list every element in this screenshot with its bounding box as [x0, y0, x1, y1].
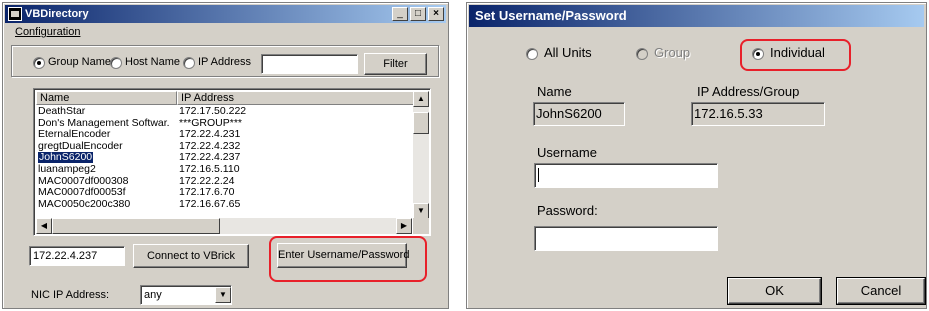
set-credentials-dialog: Set Username/Password All Units Group In… [466, 2, 927, 309]
window-title: VBDirectory [25, 8, 89, 20]
title-bar: VBDirectory _ □ × [5, 5, 446, 23]
scroll-right-icon[interactable]: ▶ [396, 218, 412, 234]
row-name: Don's Management Softwar... [38, 117, 170, 129]
radio-host-name-label: Host Name [125, 56, 181, 68]
scroll-thumb-h[interactable] [52, 218, 220, 234]
dialog-title: Set Username/Password [475, 8, 627, 23]
scroll-left-icon[interactable]: ◀ [36, 218, 52, 234]
row-name: JohnS6200 [38, 152, 95, 164]
ip-group-label: IP Address/Group [697, 84, 800, 99]
address-field[interactable]: 172.22.4.237 [29, 246, 125, 266]
radio-ip-address[interactable] [183, 57, 195, 69]
menu-bar: Configuration [5, 24, 446, 40]
row-name: gregtDualEncoder [38, 140, 123, 152]
row-ip: 172.17.50.222 [179, 105, 247, 117]
title-bar: Set Username/Password [469, 5, 924, 27]
column-name[interactable]: Name [36, 91, 177, 105]
scroll-up-icon[interactable]: ▲ [413, 91, 429, 107]
row-name: EternalEncoder [38, 129, 111, 141]
scroll-down-icon[interactable]: ▼ [413, 203, 429, 219]
row-name: MAC0007df00053f [38, 187, 126, 199]
row-name: DeathStar [38, 106, 86, 117]
password-input[interactable] [534, 226, 718, 251]
chevron-down-icon[interactable]: ▼ [215, 287, 231, 303]
table-row[interactable]: luanampeg2 172.16.5.110 [36, 163, 411, 176]
name-label: Name [537, 84, 572, 99]
radio-all-units-label: All Units [544, 45, 592, 60]
nic-label: NIC IP Address: [31, 289, 110, 301]
connect-button[interactable]: Connect to VBrick [133, 244, 249, 268]
table-row[interactable]: DeathStar 172.17.50.222 [36, 105, 411, 118]
text-caret [538, 168, 539, 182]
row-name: MAC0007df000308 [38, 175, 129, 187]
row-ip: 172.16.5.110 [179, 163, 240, 175]
radio-host-name[interactable] [110, 57, 122, 69]
highlight-credentials-button [269, 236, 427, 282]
horizontal-scrollbar[interactable]: ◀ ▶ [36, 218, 412, 234]
list-header: Name IP Address [36, 91, 414, 105]
row-name: luanampeg2 [38, 164, 96, 175]
highlight-individual-radio [740, 39, 851, 71]
radio-group-label: Group [654, 45, 691, 60]
nic-value: any [144, 289, 162, 301]
username-label: Username [537, 145, 597, 160]
cancel-button[interactable]: Cancel [837, 278, 925, 304]
scroll-corner [413, 218, 429, 234]
close-icon[interactable]: × [428, 7, 444, 21]
minimize-icon[interactable]: _ [392, 7, 408, 21]
ip-group-field: 172.16.5.33 [691, 102, 825, 126]
column-ip-address[interactable]: IP Address [177, 91, 414, 105]
vbdirectory-window: VBDirectory _ □ × Configuration Group Na… [2, 2, 449, 309]
vertical-scrollbar[interactable]: ▲ ▼ [413, 91, 429, 219]
radio-all-units[interactable] [526, 48, 538, 60]
ok-button[interactable]: OK [728, 278, 821, 304]
unit-list[interactable]: Name IP Address DeathStar 172.17.50.222 … [33, 88, 431, 236]
radio-group-name[interactable] [33, 57, 45, 69]
app-icon [8, 7, 22, 21]
radio-group-name-label: Group Name [48, 56, 111, 68]
filter-button[interactable]: Filter [364, 53, 427, 75]
radio-group [636, 48, 648, 60]
password-label: Password: [537, 203, 598, 218]
table-row[interactable]: MAC0050c200c380 172.16.67.65 [36, 197, 411, 211]
radio-ip-address-label: IP Address [198, 56, 251, 68]
filter-input[interactable] [261, 54, 358, 74]
maximize-icon[interactable]: □ [410, 7, 426, 21]
menu-configuration[interactable]: Configuration [15, 26, 80, 38]
name-field: JohnS6200 [533, 102, 625, 126]
row-name: MAC0050c200c380 [38, 198, 131, 210]
username-input[interactable] [534, 163, 718, 188]
row-ip: 172.16.67.65 [179, 197, 241, 210]
scroll-thumb[interactable] [413, 112, 429, 134]
